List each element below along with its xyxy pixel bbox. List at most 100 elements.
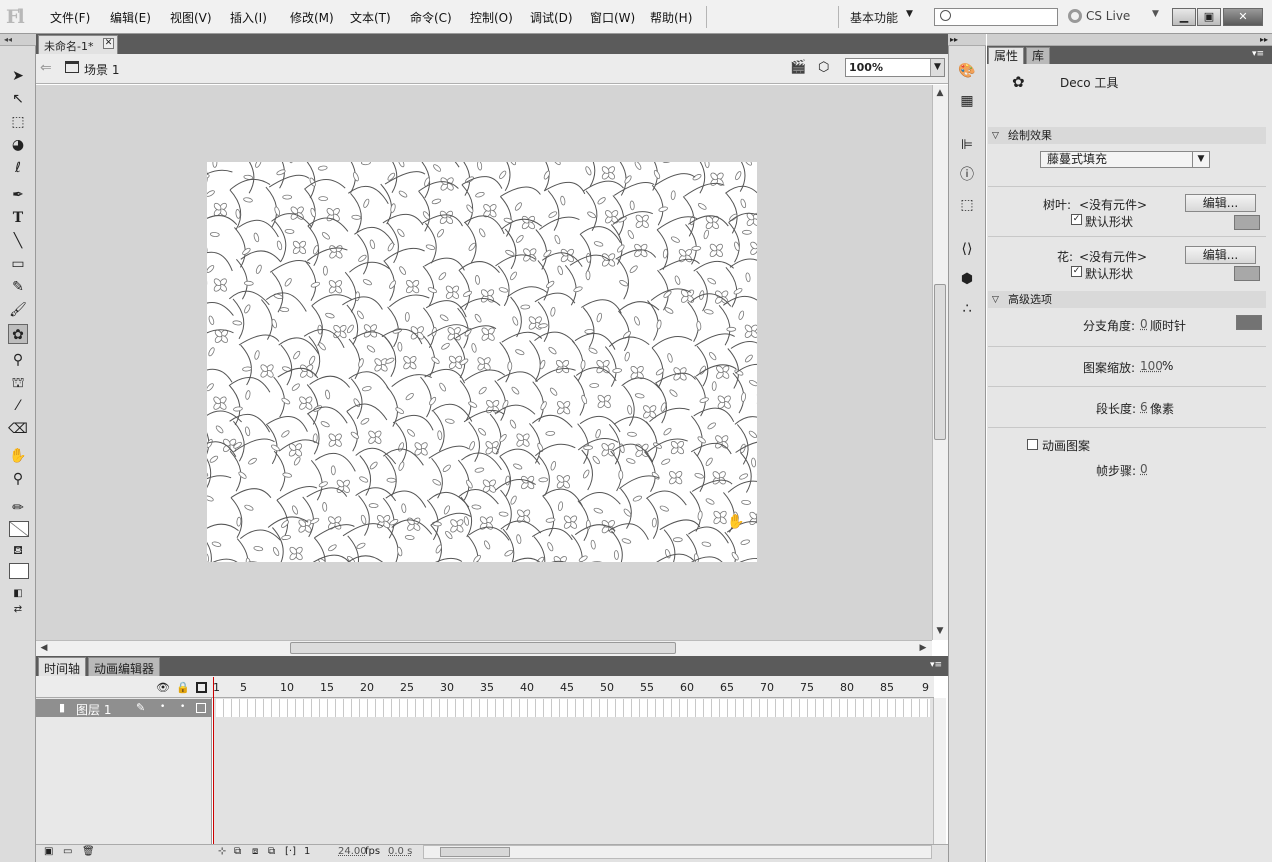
cslive-button[interactable]: CS Live bbox=[1086, 9, 1130, 23]
close-icon[interactable]: ✕ bbox=[103, 38, 114, 49]
bone-tool-icon[interactable]: ⚲ bbox=[8, 350, 28, 370]
eraser-tool-icon[interactable]: ⌫ bbox=[8, 419, 28, 439]
chevron-down-icon[interactable]: ▼ bbox=[930, 59, 944, 76]
delete-icon[interactable]: 🗑 bbox=[82, 846, 95, 857]
menu-item[interactable]: 修改(M) bbox=[290, 9, 334, 25]
flower-default-checkbox[interactable]: ✓ bbox=[1071, 266, 1082, 277]
swap-colors-icon[interactable]: ⇄ bbox=[8, 600, 28, 620]
edit-symbol-icon[interactable]: ⬡ bbox=[818, 60, 836, 76]
minimize-button[interactable]: ▁ bbox=[1172, 8, 1196, 26]
chevron-down-icon[interactable]: ▼ bbox=[1152, 9, 1159, 19]
tab-timeline[interactable]: 时间轴 bbox=[38, 657, 87, 676]
menu-item[interactable]: 帮助(H) bbox=[650, 9, 692, 25]
onion-outline-icon[interactable]: ⧈ bbox=[252, 846, 258, 857]
hand-tool-icon[interactable]: ✋ bbox=[8, 446, 28, 466]
menu-item[interactable]: 插入(I) bbox=[230, 9, 267, 25]
lock-icon[interactable]: 🔒 bbox=[176, 681, 190, 694]
collapse-triangle-icon[interactable]: ▽ bbox=[992, 131, 999, 141]
menu-item[interactable]: 命令(C) bbox=[410, 9, 452, 25]
eye-icon[interactable]: 👁 bbox=[156, 681, 170, 694]
panel-menu-icon[interactable]: ▾≡ bbox=[1252, 49, 1264, 59]
frames-area[interactable] bbox=[213, 698, 933, 844]
segment-length-value[interactable]: 6 bbox=[1140, 400, 1148, 414]
edit-multiple-icon[interactable]: ⧉ bbox=[268, 846, 275, 857]
search-input[interactable] bbox=[934, 8, 1058, 26]
chevron-down-icon[interactable]: ▼ bbox=[1192, 152, 1209, 167]
menu-item[interactable]: 控制(O) bbox=[470, 9, 513, 25]
center-frame-icon[interactable]: ⊹ bbox=[218, 846, 226, 857]
stroke-color-swatch[interactable] bbox=[9, 521, 29, 537]
edit-leaf-button[interactable]: 编辑... bbox=[1185, 194, 1256, 212]
scroll-left-icon[interactable]: ◀ bbox=[37, 641, 51, 655]
pencil-tool-icon[interactable]: ✎ bbox=[8, 277, 28, 297]
scroll-down-icon[interactable]: ▼ bbox=[933, 624, 947, 638]
scroll-up-icon[interactable]: ▲ bbox=[933, 86, 947, 100]
deco-tool-icon[interactable]: ✿ bbox=[8, 324, 28, 344]
close-button[interactable]: ✕ bbox=[1223, 8, 1263, 26]
vertical-scroll-thumb[interactable] bbox=[934, 284, 946, 440]
paint-bucket-tool-icon[interactable]: ⛫ bbox=[8, 373, 28, 393]
brush-tool-icon[interactable]: 🖌 bbox=[8, 300, 28, 320]
stroke-color-icon[interactable]: ✏ bbox=[8, 498, 28, 518]
workspace-switcher[interactable]: 基本功能 bbox=[850, 9, 898, 26]
layer-name[interactable]: 图层 1 bbox=[76, 701, 111, 718]
branch-color-swatch[interactable] bbox=[1236, 315, 1262, 330]
line-tool-icon[interactable]: ╲ bbox=[8, 231, 28, 251]
menu-item[interactable]: 视图(V) bbox=[170, 9, 212, 25]
flower-color-swatch[interactable] bbox=[1234, 266, 1260, 281]
collapse-tools-icon[interactable]: ◂◂ bbox=[0, 34, 36, 46]
edit-flower-button[interactable]: 编辑... bbox=[1185, 246, 1256, 264]
effect-select[interactable]: 藤蔓式填充 bbox=[1040, 151, 1210, 168]
playhead[interactable] bbox=[213, 677, 218, 844]
subselection-tool-icon[interactable]: ↖ bbox=[8, 89, 28, 109]
collapse-strip-icon[interactable]: ▸▸ bbox=[948, 34, 986, 46]
text-tool-icon[interactable]: T bbox=[8, 208, 28, 228]
align-panel-icon[interactable]: ⊫ bbox=[957, 135, 977, 155]
tab-properties[interactable]: 属性 bbox=[988, 47, 1025, 64]
visibility-dot[interactable]: • bbox=[160, 702, 165, 712]
pen-tool-icon[interactable]: ✒ bbox=[8, 185, 28, 205]
frame-step-value[interactable]: 0 bbox=[1140, 462, 1148, 476]
onion-skin-icon[interactable]: ⧉ bbox=[234, 846, 241, 857]
tab-motion-editor[interactable]: 动画编辑器 bbox=[88, 657, 161, 676]
frames-row[interactable] bbox=[216, 699, 930, 717]
pattern-scale-value[interactable]: 100 bbox=[1140, 359, 1163, 373]
swatches-panel-icon[interactable]: ▦ bbox=[957, 91, 977, 111]
3d-rotation-tool-icon[interactable]: ◕ bbox=[8, 135, 28, 155]
menu-item[interactable]: 文件(F) bbox=[50, 9, 90, 25]
info-panel-icon[interactable]: ⓘ bbox=[957, 165, 977, 185]
back-arrow-icon[interactable]: ⇐ bbox=[40, 60, 52, 76]
panel-menu-icon[interactable]: ▾≡ bbox=[930, 660, 942, 670]
collapse-triangle-icon[interactable]: ▽ bbox=[992, 295, 999, 305]
horizontal-scroll-thumb[interactable] bbox=[290, 642, 676, 654]
fill-color-icon[interactable]: ⛾ bbox=[8, 540, 28, 560]
zoom-tool-icon[interactable]: ⚲ bbox=[8, 469, 28, 489]
branch-angle-value[interactable]: 0 bbox=[1140, 317, 1148, 331]
motion-presets-icon[interactable]: ∴ bbox=[957, 299, 977, 319]
fps-value[interactable]: 24.00 bbox=[338, 846, 367, 857]
drawing-effect-section[interactable]: 绘制效果 bbox=[988, 127, 1266, 144]
lasso-tool-icon[interactable]: ℓ bbox=[8, 158, 28, 178]
timeline-vertical-scrollbar[interactable] bbox=[933, 698, 946, 844]
scroll-right-icon[interactable]: ▶ bbox=[916, 641, 930, 655]
new-folder-icon[interactable]: ▭ bbox=[63, 846, 72, 857]
chevron-down-icon[interactable]: ▼ bbox=[906, 9, 913, 19]
menu-item[interactable]: 窗口(W) bbox=[590, 9, 635, 25]
animate-pattern-checkbox[interactable] bbox=[1027, 439, 1038, 450]
timeline-scroll-thumb[interactable] bbox=[440, 847, 510, 857]
selection-tool-icon[interactable]: ➤ bbox=[8, 66, 28, 86]
rectangle-tool-icon[interactable]: ▭ bbox=[8, 254, 28, 274]
code-snippets-icon[interactable]: ⟨⟩ bbox=[957, 239, 977, 259]
lock-dot[interactable]: • bbox=[180, 702, 185, 712]
advanced-options-section[interactable]: 高级选项 bbox=[988, 291, 1266, 308]
transform-panel-icon[interactable]: ⬚ bbox=[957, 195, 977, 215]
outline-icon[interactable] bbox=[196, 682, 207, 693]
menu-item[interactable]: 编辑(E) bbox=[110, 9, 151, 25]
menu-item[interactable]: 调试(D) bbox=[530, 9, 573, 25]
modify-markers-icon[interactable]: [·] bbox=[285, 846, 296, 857]
stage-canvas[interactable] bbox=[207, 162, 757, 562]
leaf-color-swatch[interactable] bbox=[1234, 215, 1260, 230]
edit-scene-icon[interactable]: 🎬 bbox=[790, 60, 808, 76]
components-panel-icon[interactable]: ⬢ bbox=[957, 269, 977, 289]
color-panel-icon[interactable]: 🎨 bbox=[957, 61, 977, 81]
